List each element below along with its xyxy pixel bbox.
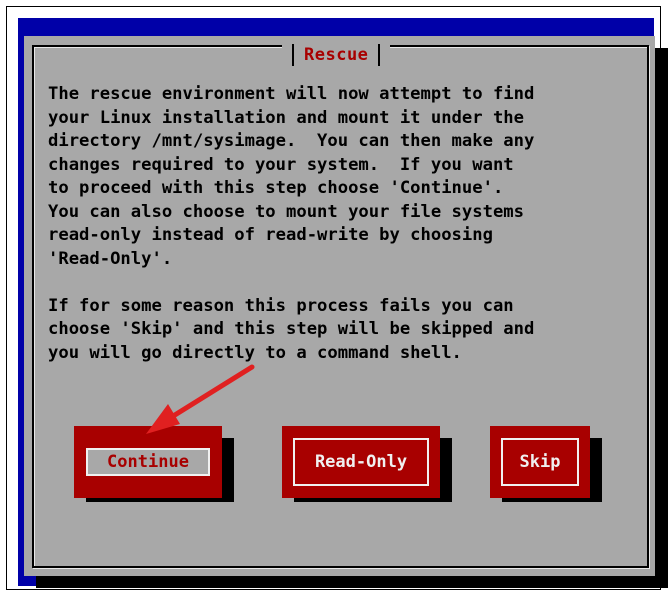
readonly-button-border: Read-Only [293,438,429,486]
readonly-button[interactable]: Read-Only [282,426,440,498]
dialog-title: Rescue [304,45,369,65]
rescue-dialog: Rescue The rescue environment will now a… [24,36,655,576]
continue-button[interactable]: Continue [74,426,222,498]
title-right-bar [378,44,381,66]
title-left-bar [292,44,294,66]
skip-button-border: Skip [501,438,579,486]
continue-button-label: Continue [107,452,189,472]
dialog-message: The rescue environment will now attempt … [48,84,535,363]
dialog-title-wrap: Rescue [282,43,391,67]
skip-button-label: Skip [519,452,561,472]
skip-button[interactable]: Skip [490,426,590,498]
continue-button-focus-box: Continue [86,448,210,476]
readonly-button-label: Read-Only [314,452,408,472]
